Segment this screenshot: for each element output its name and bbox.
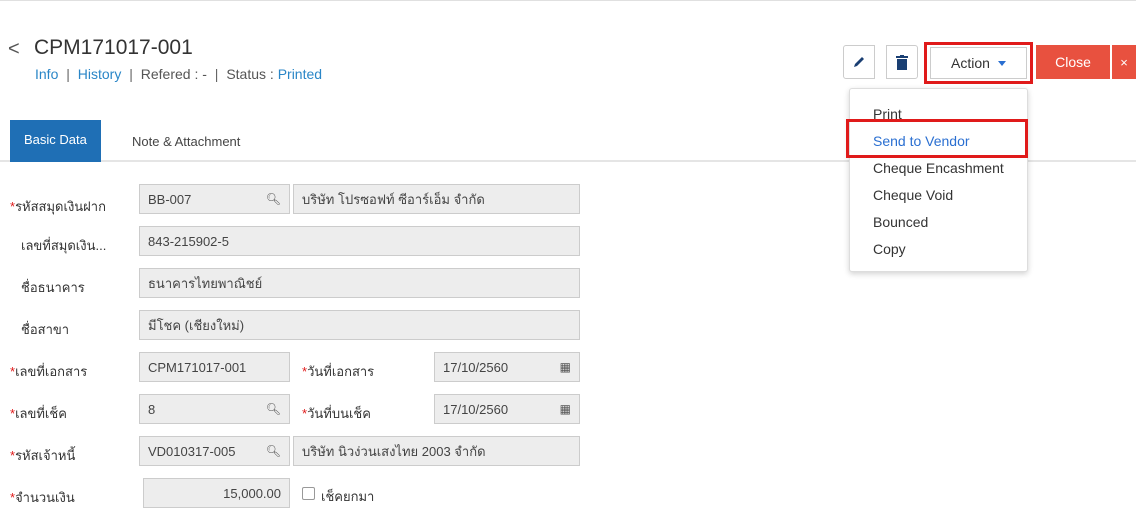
close-x-button[interactable]: × [1112, 45, 1136, 79]
bank-name-value: ธนาคารไทยพาณิชย์ [148, 275, 263, 291]
cheque-no-label: *เลขที่เช็ค [10, 406, 67, 421]
doc-no-field: CPM171017-001 [139, 352, 290, 382]
search-icon[interactable]: 🔍︎ [266, 444, 281, 458]
bank-book-code-field[interactable]: BB-007 🔍︎ [139, 184, 290, 214]
status-label: Status : [226, 66, 274, 82]
separator: | [214, 66, 219, 82]
vendor-name-value: บริษัท นิวง่วนเสงไทย 2003 จำกัด [302, 443, 486, 459]
trash-icon [896, 54, 908, 70]
close-button[interactable]: Close [1036, 45, 1110, 79]
bank-book-no-field: 843-215902-5 [139, 226, 580, 256]
back-chevron-icon[interactable]: < [8, 39, 20, 59]
cheque-date-label: *วันที่บนเช็ค [302, 406, 371, 421]
bank-book-name-value: บริษัท โปรซอฟท์ ซีอาร์เอ็ม จำกัด [302, 191, 485, 207]
bank-book-no-label: เลขที่สมุดเงิน... [21, 238, 107, 253]
tab-note-attachment[interactable]: Note & Attachment [118, 120, 254, 162]
bank-book-code-value: BB-007 [148, 191, 192, 207]
action-label: Action [951, 55, 990, 71]
caret-down-icon [997, 60, 1006, 66]
amount-field: 15,000.00 [143, 478, 290, 508]
branch-name-value: มีโชค (เชียงใหม่) [148, 317, 245, 333]
calendar-icon[interactable]: ▦ [560, 402, 571, 416]
menu-item-cheque-encashment[interactable]: Cheque Encashment [873, 160, 1004, 176]
doc-date-field[interactable]: 17/10/2560 ▦ [434, 352, 580, 382]
referred-text: Refered : - [140, 66, 207, 82]
amount-label: *จำนวนเงิน [10, 490, 75, 505]
separator: | [66, 66, 70, 82]
doc-no-label: *เลขที่เอกสาร [10, 364, 88, 379]
calendar-icon[interactable]: ▦ [560, 360, 571, 374]
menu-item-cheque-void[interactable]: Cheque Void [873, 187, 953, 203]
bank-name-field: ธนาคารไทยพาณิชย์ [139, 268, 580, 298]
bank-book-no-value: 843-215902-5 [148, 233, 229, 249]
vendor-code-label: *รหัสเจ้าหนี้ [10, 448, 76, 463]
close-icon: × [1120, 54, 1128, 70]
pencil-icon [854, 57, 864, 67]
vendor-code-value: VD010317-005 [148, 443, 236, 459]
action-button[interactable]: Action [930, 47, 1027, 79]
vendor-name-field: บริษัท นิวง่วนเสงไทย 2003 จำกัด [293, 436, 580, 466]
history-link[interactable]: History [78, 66, 122, 82]
menu-item-copy[interactable]: Copy [873, 241, 906, 257]
doc-date-value: 17/10/2560 [443, 359, 509, 375]
delete-button[interactable] [886, 45, 918, 79]
edit-button[interactable] [843, 45, 875, 79]
bank-book-name-field: บริษัท โปรซอฟท์ ซีอาร์เอ็ม จำกัด [293, 184, 580, 214]
send-to-vendor-highlight [846, 119, 1028, 158]
doc-sub-links: Info | History | Refered : - | Status : … [35, 66, 322, 82]
status-value: Printed [277, 66, 323, 82]
close-label: Close [1055, 54, 1091, 70]
amount-value: 15,000.00 [223, 485, 281, 501]
bank-name-label: ชื่อธนาคาร [21, 280, 85, 295]
cheque-no-field[interactable]: 8 🔍︎ [139, 394, 290, 424]
tab-basic-data[interactable]: Basic Data [10, 120, 101, 162]
cheque-date-field[interactable]: 17/10/2560 ▦ [434, 394, 580, 424]
bank-book-code-label: *รหัสสมุดเงินฝาก [10, 199, 106, 214]
search-icon[interactable]: 🔍︎ [266, 192, 281, 206]
info-link[interactable]: Info [35, 66, 58, 82]
branch-name-label: ชื่อสาขา [21, 322, 70, 337]
doc-date-label: *วันที่เอกสาร [302, 364, 375, 379]
carried-cheque-label: เช็คยกมา [321, 489, 375, 504]
action-button-highlight: Action [924, 42, 1033, 84]
cheque-date-value: 17/10/2560 [443, 401, 509, 417]
menu-item-bounced[interactable]: Bounced [873, 214, 928, 230]
branch-name-field: มีโชค (เชียงใหม่) [139, 310, 580, 340]
page-title: CPM171017-001 [34, 36, 193, 59]
vendor-code-field[interactable]: VD010317-005 🔍︎ [139, 436, 290, 466]
doc-no-value: CPM171017-001 [148, 359, 247, 375]
cheque-no-value: 8 [148, 401, 156, 417]
action-menu: Print Send to Vendor Cheque Encashment C… [849, 88, 1028, 272]
separator: | [129, 66, 133, 82]
carried-cheque-checkbox[interactable] [302, 487, 315, 500]
search-icon[interactable]: 🔍︎ [266, 402, 281, 416]
